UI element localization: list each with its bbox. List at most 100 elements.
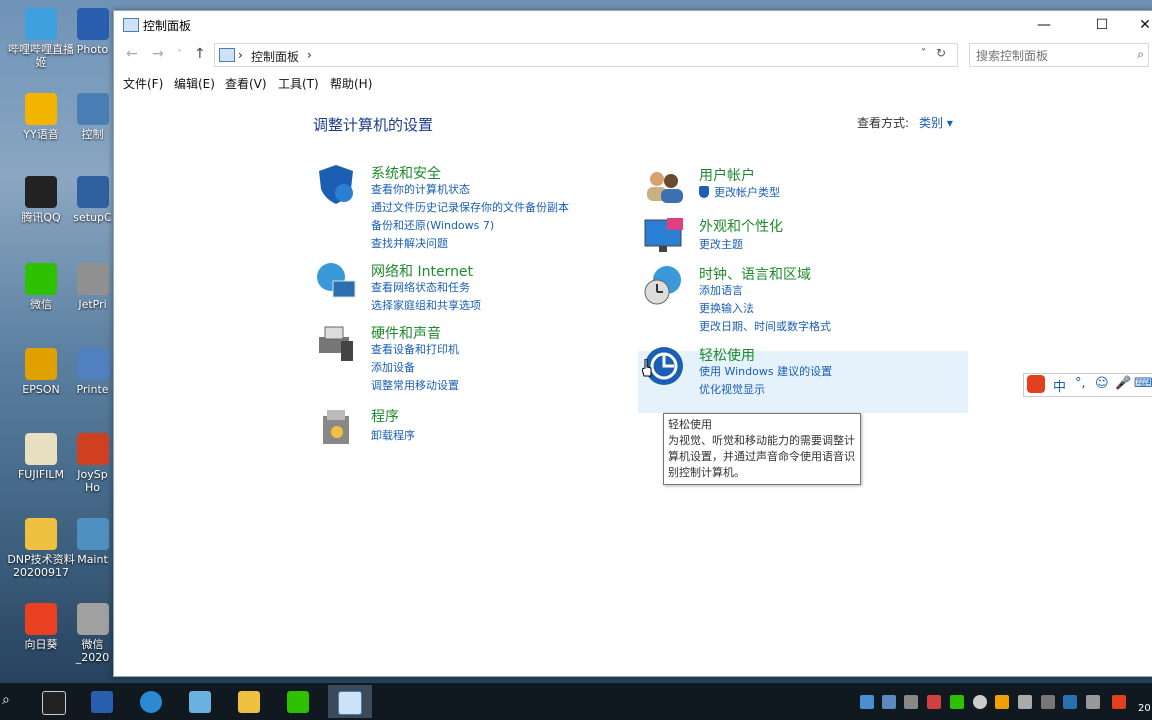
keyboard-icon[interactable]: ⌨ [1134, 376, 1152, 391]
desktop-icon[interactable]: 控制 [72, 93, 113, 141]
taskbar-wps[interactable] [81, 685, 125, 718]
link[interactable]: 更改日期、时间或数字格式 [699, 318, 831, 334]
search-icon[interactable]: ⌕ [1137, 47, 1144, 62]
desktop-icon[interactable]: FUJIFILM [6, 433, 76, 481]
link[interactable]: 使用 Windows 建议的设置 [699, 363, 832, 379]
category-title[interactable]: 时钟、语言和区域 [699, 264, 811, 284]
refresh-icon[interactable]: ↻ [936, 46, 946, 60]
clock[interactable]: 20 [1138, 703, 1151, 714]
volume-icon[interactable] [1086, 695, 1100, 709]
desktop-icon[interactable]: 微信 _2020 [72, 603, 113, 664]
wifi-icon[interactable] [1041, 695, 1055, 709]
tray-icon[interactable] [995, 695, 1009, 709]
recent-dropdown-icon[interactable]: ˅ [177, 49, 182, 60]
ime-toolbar[interactable]: 中 °, ☺ 🎤 ⌨ [1023, 373, 1152, 397]
desktop-icon[interactable]: YY语音 [6, 93, 76, 141]
menu-view[interactable]: 查看(V) [225, 75, 267, 92]
wechat-tray-icon[interactable] [950, 695, 964, 709]
printer-icon [319, 326, 353, 361]
menu-edit[interactable]: 编辑(E) [174, 75, 215, 92]
view-by-dropdown[interactable]: 类别 ▾ [919, 116, 953, 130]
close-button[interactable]: ✕ [1124, 11, 1152, 39]
category-title[interactable]: 系统和安全 [371, 163, 441, 183]
breadcrumb[interactable]: 控制面板 [251, 48, 299, 65]
desktop-icon[interactable]: Printe [72, 348, 113, 396]
category-title[interactable]: 硬件和声音 [371, 323, 441, 343]
taskbar-app[interactable] [179, 685, 223, 718]
address-dropdown-icon[interactable]: ˅ [921, 48, 926, 59]
link[interactable]: 备份和还原(Windows 7) [371, 217, 494, 233]
uac-shield-icon [699, 186, 709, 198]
back-arrow-icon[interactable]: ← [126, 46, 138, 62]
taskbar-wechat[interactable] [277, 685, 321, 718]
taskbar-qq[interactable] [32, 685, 76, 718]
category-title[interactable]: 用户帐户 [699, 165, 755, 185]
desktop-icon[interactable]: Maint [72, 518, 113, 566]
maximize-button[interactable]: ☐ [1081, 11, 1123, 39]
desktop-app-icon [76, 603, 109, 635]
link[interactable]: 查看你的计算机状态 [371, 181, 470, 197]
defender-icon[interactable] [1063, 695, 1077, 709]
desktop-icon[interactable]: 向日葵 [6, 603, 76, 651]
link[interactable]: 更改帐户类型 [714, 184, 780, 200]
link[interactable]: 卸载程序 [371, 427, 415, 443]
link[interactable]: 查看网络状态和任务 [371, 279, 470, 295]
desktop-icon-label: Photo [76, 43, 109, 56]
ime-punctuation[interactable]: °, [1075, 376, 1086, 391]
link[interactable]: 添加设备 [371, 359, 415, 375]
desktop-icon[interactable]: JoySp Ho [72, 433, 113, 494]
menu-tools[interactable]: 工具(T) [278, 75, 319, 92]
desktop-icon[interactable]: setupC [72, 176, 113, 224]
tray-icon[interactable] [927, 695, 941, 709]
search-input[interactable] [974, 46, 1128, 66]
ime-mode-chinese[interactable]: 中 [1053, 376, 1066, 395]
desktop-icon[interactable]: EPSON [6, 348, 76, 396]
desktop-app-icon [76, 518, 109, 550]
taskbar-control-panel[interactable] [328, 685, 372, 718]
tray-icon[interactable] [973, 695, 987, 709]
tray-icon[interactable] [882, 695, 896, 709]
address-bar[interactable]: › 控制面板 › ˅ [214, 43, 958, 67]
desktop-app-icon [25, 176, 57, 208]
link[interactable]: 查找并解决问题 [371, 235, 448, 251]
desktop-icon[interactable]: JetPri [72, 263, 113, 311]
taskbar-explorer[interactable] [228, 685, 272, 718]
category-title[interactable]: 外观和个性化 [699, 216, 783, 236]
link[interactable]: 调整常用移动设置 [371, 377, 459, 393]
link[interactable]: 添加语言 [699, 282, 743, 298]
sogou-tray-icon[interactable] [1112, 695, 1126, 709]
category-title[interactable]: 程序 [371, 406, 399, 426]
sogou-logo-icon[interactable] [1027, 375, 1045, 393]
shield-icon [319, 165, 353, 204]
link[interactable]: 选择家庭组和共享选项 [371, 297, 481, 313]
microphone-icon[interactable]: 🎤 [1115, 376, 1131, 391]
desktop-icon[interactable]: 腾讯QQ [6, 176, 76, 224]
taskbar-edge[interactable] [130, 685, 174, 718]
tray-icon[interactable] [904, 695, 918, 709]
emoji-icon[interactable]: ☺ [1095, 376, 1109, 391]
menu-help[interactable]: 帮助(H) [330, 75, 372, 92]
desktop-icon[interactable]: DNP技术资料20200917 [6, 518, 76, 579]
forward-arrow-icon[interactable]: → [152, 46, 164, 62]
tray-icon[interactable] [860, 695, 874, 709]
desktop-icon-label: DNP技术资料20200917 [7, 553, 75, 579]
link[interactable]: 查看设备和打印机 [371, 341, 459, 357]
desktop-icon-label: 微信 _2020 [75, 638, 110, 664]
search-box[interactable]: ⌕ [969, 43, 1149, 67]
link[interactable]: 优化视觉显示 [699, 381, 765, 397]
up-arrow-icon[interactable]: ↑ [194, 46, 206, 62]
link[interactable]: 更改主题 [699, 236, 743, 252]
desktop-icon[interactable]: 哔哩哔哩直播姬 [6, 8, 76, 69]
category-title[interactable]: 轻松使用 [699, 345, 755, 365]
desktop-icon[interactable]: Photo [72, 8, 113, 56]
link[interactable]: 更换输入法 [699, 300, 754, 316]
title-bar[interactable]: 控制面板 — ☐ ✕ [114, 11, 1152, 39]
menu-file[interactable]: 文件(F) [123, 75, 163, 92]
tray-icon[interactable] [1018, 695, 1032, 709]
search-icon[interactable]: ⌕ [2, 692, 10, 708]
link[interactable]: 通过文件历史记录保存你的文件备份副本 [371, 199, 569, 215]
desktop-icon[interactable]: 微信 [6, 263, 76, 311]
category-title[interactable]: 网络和 Internet [371, 261, 473, 281]
minimize-button[interactable]: — [1023, 11, 1065, 39]
breadcrumb-separator[interactable]: › [307, 48, 312, 62]
